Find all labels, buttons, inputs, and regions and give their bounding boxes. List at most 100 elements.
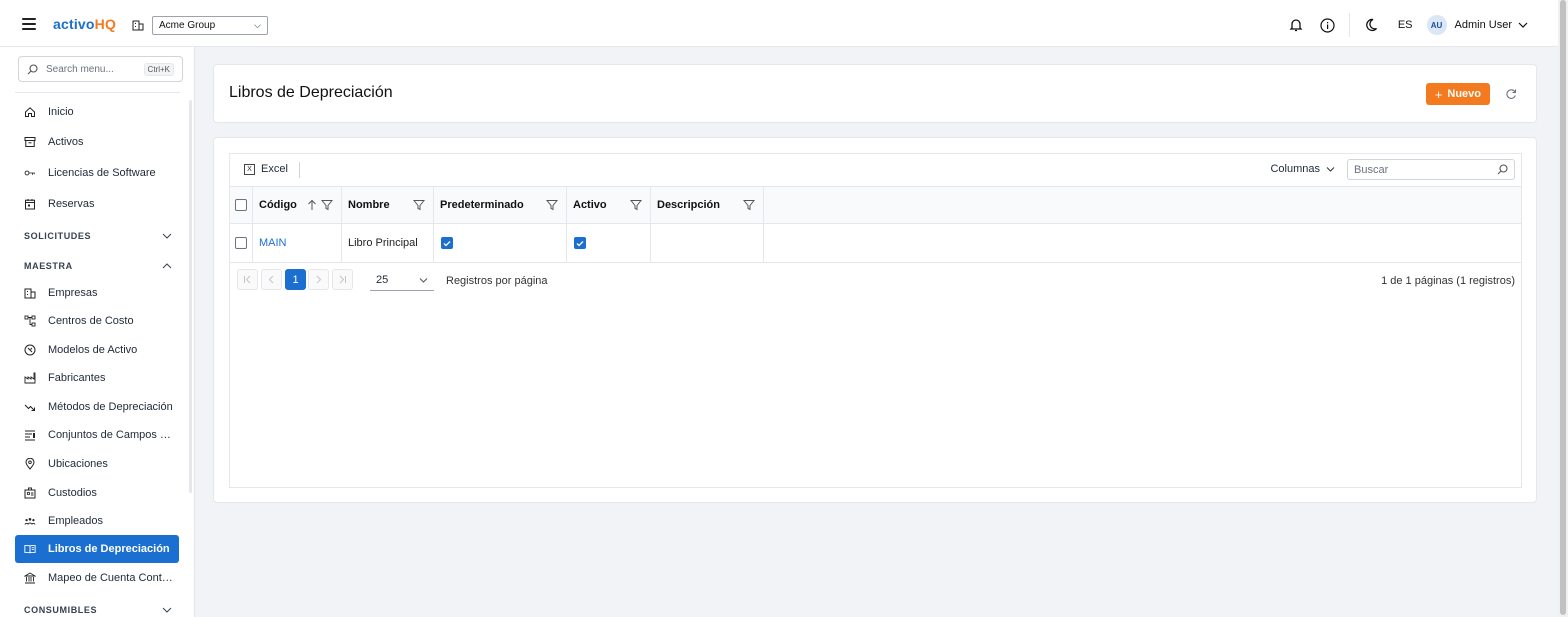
page-scrollbar[interactable]	[1558, 0, 1568, 617]
column-header-descripcion[interactable]: Descripción	[651, 187, 764, 223]
sidebar-item-licencias[interactable]: Licencias de Software	[15, 159, 179, 187]
users-icon	[24, 515, 36, 527]
hierarchy-icon	[24, 315, 36, 327]
section-consumibles[interactable]: CONSUMIBLES	[24, 605, 172, 615]
first-page-icon	[244, 275, 251, 284]
language-switch[interactable]: ES	[1398, 19, 1413, 31]
trend-down-icon	[24, 401, 36, 413]
chevron-down-icon	[419, 277, 428, 283]
chevron-down-icon: ⌵	[254, 20, 261, 30]
sidebar-item-modelos-activo[interactable]: Modelos de Activo	[15, 336, 179, 364]
sidebar-item-mapeo-cuenta[interactable]: Mapeo de Cuenta Conta...	[15, 564, 179, 592]
section-maestra[interactable]: MAESTRA	[24, 261, 172, 271]
sidebar-item-libros-depreciacion[interactable]: Libros de Depreciación	[15, 535, 179, 563]
cell-codigo: MAIN	[253, 224, 342, 262]
row-checkbox[interactable]	[235, 237, 247, 249]
sidebar-item-conjuntos-campos[interactable]: Conjuntos de Campos P...	[15, 421, 179, 449]
info-icon[interactable]	[1317, 14, 1339, 36]
app-logo[interactable]: activoHQ	[53, 16, 116, 32]
calendar-icon	[24, 198, 36, 210]
column-header-predeterminado[interactable]: Predeterminado	[434, 187, 567, 223]
sidebar-item-fabricantes[interactable]: Fabricantes	[15, 364, 179, 392]
last-page-icon	[339, 275, 346, 284]
grid-toolbar: X Excel Columnas Buscar	[230, 154, 1521, 186]
records-per-page-label: Registros por página	[446, 275, 548, 287]
organization-select[interactable]: Acme Group ⌵	[152, 16, 268, 35]
dark-mode-moon-icon[interactable]	[1360, 14, 1382, 36]
sidebar-item-ubicaciones[interactable]: Ubicaciones	[15, 450, 179, 478]
filter-icon[interactable]	[321, 199, 333, 211]
toolbar-divider	[1348, 13, 1350, 37]
cell-activo	[567, 224, 651, 262]
page-title: Libros de Depreciación	[229, 84, 393, 101]
page-number-button[interactable]: 1	[285, 269, 306, 290]
building-icon	[132, 20, 144, 31]
sidebar-scrollbar[interactable]	[189, 100, 192, 493]
user-name[interactable]: Admin User	[1455, 19, 1512, 31]
search-icon	[1497, 164, 1508, 175]
last-page-button[interactable]	[332, 269, 353, 290]
building-icon	[24, 287, 36, 299]
data-grid-card: X Excel Columnas Buscar Código Nombre Pre…	[213, 137, 1537, 503]
column-header-nombre[interactable]: Nombre	[342, 187, 434, 223]
cell-descripcion	[651, 224, 764, 262]
home-icon	[24, 106, 36, 118]
avatar[interactable]: AU	[1426, 15, 1447, 35]
archive-icon	[24, 136, 36, 148]
toolbar-divider	[299, 162, 300, 178]
sidebar-item-empleados[interactable]: Empleados	[15, 507, 179, 535]
filter-icon[interactable]	[546, 199, 558, 211]
cell-predeterminado	[434, 224, 567, 262]
sidebar-item-centros-costo[interactable]: Centros de Costo	[15, 307, 179, 335]
search-menu-input[interactable]: Search menu... Ctrl+K	[18, 56, 183, 82]
sidebar-item-metodos-depreciacion[interactable]: Métodos de Depreciación	[15, 393, 179, 421]
filter-icon[interactable]	[743, 199, 755, 211]
grid-search-input[interactable]: Buscar	[1347, 159, 1515, 180]
checkmark-icon	[443, 240, 451, 246]
next-page-button[interactable]	[308, 269, 329, 290]
chevron-up-icon	[162, 263, 172, 269]
key-icon	[24, 167, 36, 179]
excel-export-button[interactable]: X Excel	[244, 163, 288, 175]
prev-page-button[interactable]	[261, 269, 282, 290]
columns-chooser-button[interactable]: Columnas	[1270, 163, 1335, 175]
section-solicitudes[interactable]: SOLICITUDES	[24, 231, 172, 241]
predeterminado-checkbox	[441, 237, 453, 249]
column-header-codigo[interactable]: Código	[253, 187, 342, 223]
sidebar-item-inicio[interactable]: Inicio	[15, 98, 179, 126]
codigo-link[interactable]: MAIN	[259, 237, 287, 249]
excel-icon: X	[244, 163, 255, 175]
page-header-card: Libros de Depreciación + Nuevo	[213, 64, 1537, 123]
chevron-down-icon	[162, 607, 172, 613]
search-icon	[27, 63, 38, 74]
factory-icon	[24, 372, 36, 384]
chevron-down-icon[interactable]	[1518, 20, 1528, 30]
id-badge-icon	[24, 487, 36, 499]
table-header: Código Nombre Predeterminado Activo Desc…	[230, 186, 1521, 224]
first-page-button[interactable]	[237, 269, 258, 290]
sidebar-item-empresas[interactable]: Empresas	[15, 279, 179, 307]
chevron-down-icon	[162, 233, 172, 239]
sidebar-item-custodios[interactable]: Custodios	[15, 479, 179, 507]
select-all-checkbox[interactable]	[235, 199, 247, 211]
filter-icon[interactable]	[630, 199, 642, 211]
sort-ascending-icon[interactable]	[307, 199, 317, 211]
table-row[interactable]: MAIN Libro Principal	[230, 224, 1521, 263]
notifications-bell-icon[interactable]	[1285, 14, 1307, 36]
filter-icon[interactable]	[413, 199, 425, 211]
plus-icon: +	[1434, 86, 1443, 102]
book-open-icon	[24, 543, 36, 555]
new-button[interactable]: + Nuevo	[1425, 83, 1490, 105]
page-size-select[interactable]: 25	[370, 270, 434, 291]
scrollbar-thumb[interactable]	[1560, 0, 1566, 615]
chevron-right-icon	[316, 275, 322, 284]
page-info: 1 de 1 páginas (1 registros)	[1381, 275, 1515, 287]
column-header-activo[interactable]: Activo	[567, 187, 651, 223]
sidebar-item-activos[interactable]: Activos	[15, 128, 179, 156]
map-pin-icon	[24, 458, 36, 470]
hamburger-menu-icon[interactable]	[22, 18, 36, 30]
bank-icon	[24, 572, 36, 584]
refresh-icon[interactable]	[1505, 88, 1517, 100]
pagination: 1 25 Registros por página 1 de 1 páginas…	[230, 264, 1521, 296]
sidebar-item-reservas[interactable]: Reservas	[15, 190, 179, 218]
